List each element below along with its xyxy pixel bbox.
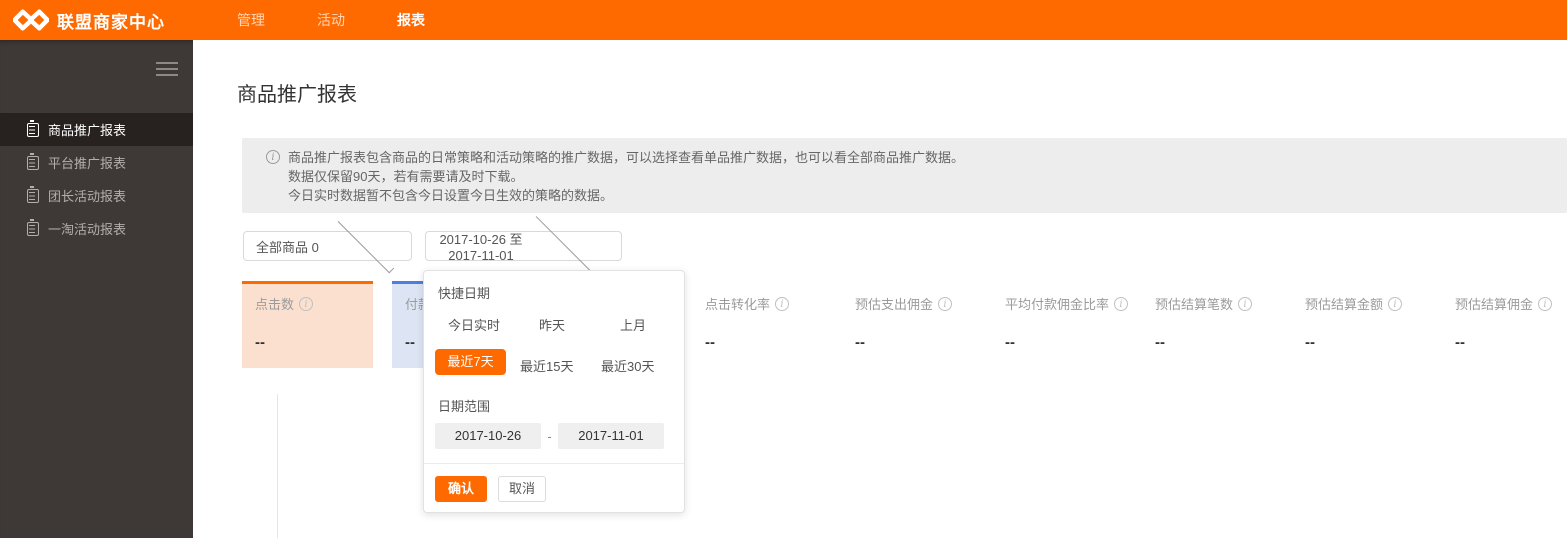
report-doc-icon <box>27 186 39 203</box>
notice-line: 数据仅保留90天，若有需要请及时下载。 <box>288 169 524 184</box>
popup-divider <box>424 463 684 464</box>
info-icon: i <box>775 296 790 311</box>
quick-option-yesterday[interactable]: 昨天 <box>539 315 565 334</box>
info-icon: i <box>1114 296 1129 311</box>
notice-line: 商品推广报表包含商品的日常策略和活动策略的推广数据，可以选择查看单品推广数据，也… <box>288 150 965 165</box>
metric-estimated-settlement-amount[interactable]: 预估结算金额 i -- <box>1292 281 1442 368</box>
metric-value: -- <box>255 334 265 351</box>
sidebar-item-leader-activity-report[interactable]: 团长活动报表 <box>0 179 193 212</box>
quick-option-last-30-days[interactable]: 最近30天 <box>601 356 654 375</box>
report-doc-icon <box>27 153 39 170</box>
sidebar-item-label: 一淘活动报表 <box>48 222 127 237</box>
date-range-select[interactable]: 2017-10-26 至 2017-11-01 <box>425 211 622 278</box>
metric-estimated-settlement-commission[interactable]: 预估结算佣金 i -- <box>1442 281 1567 368</box>
brand-name: 联盟商家中心 <box>57 12 165 32</box>
metric-value: -- <box>1155 334 1165 351</box>
metric-value: -- <box>705 334 715 351</box>
metric-clicks: 点击数 i -- <box>242 281 392 368</box>
chevron-down-icon <box>535 211 603 278</box>
nav-item-activity[interactable]: 活动 <box>317 0 397 40</box>
sidebar-item-etao-activity-report[interactable]: 一淘活动报表 <box>0 212 193 245</box>
metric-value: -- <box>1005 334 1015 351</box>
info-icon: i <box>1238 296 1253 311</box>
product-select-value: 全部商品 0 <box>256 239 319 255</box>
quick-option-last-7-days-selected[interactable]: 最近7天 <box>435 349 506 375</box>
notice-text: 商品推广报表包含商品的日常策略和活动策略的推广数据，可以选择查看单品推广数据，也… <box>288 148 964 205</box>
app-header: 联盟商家中心 管理 活动 报表 <box>0 0 1567 40</box>
metric-click-conversion-rate[interactable]: 点击转化率 i -- <box>692 281 842 368</box>
report-doc-icon <box>27 120 39 137</box>
metric-value: -- <box>1305 334 1315 351</box>
alimama-logo-icon <box>13 9 49 31</box>
quick-dates-title: 快捷日期 <box>438 286 491 301</box>
metric-label: 点击转化率 i <box>705 294 790 313</box>
metric-value: -- <box>405 334 415 351</box>
end-date-input[interactable]: 2017-11-01 <box>558 423 664 449</box>
sidebar-item-label: 团长活动报表 <box>48 189 127 204</box>
metric-label: 预估结算佣金 i <box>1455 294 1553 313</box>
metric-label: 预估结算笔数 i <box>1155 294 1253 313</box>
date-range-title: 日期范围 <box>438 399 491 414</box>
date-range-inputs: 2017-10-26 - 2017-11-01 <box>435 423 664 449</box>
quick-option-last-month[interactable]: 上月 <box>620 315 646 334</box>
info-icon: i <box>938 296 953 311</box>
sidebar-item-label: 平台推广报表 <box>48 156 127 171</box>
metric-label: 点击数 i <box>255 294 314 313</box>
start-date-input[interactable]: 2017-10-26 <box>435 423 541 449</box>
metric-estimated-commission-spend[interactable]: 预估支出佣金 i -- <box>842 281 992 368</box>
chart-y-axis-line <box>277 394 278 538</box>
info-icon: i <box>266 150 280 164</box>
page-title: 商品推广报表 <box>237 84 357 106</box>
report-doc-icon <box>27 219 39 236</box>
sidebar: 商品推广报表 平台推广报表 团长活动报表 一淘活动报表 <box>0 40 193 538</box>
quick-option-today[interactable]: 今日实时 <box>448 315 500 334</box>
sidebar-item-product-report[interactable]: 商品推广报表 <box>0 113 193 146</box>
sidebar-item-platform-report[interactable]: 平台推广报表 <box>0 146 193 179</box>
metric-card-clicks[interactable]: 点击数 i -- <box>242 281 373 368</box>
info-icon: i <box>1538 296 1553 311</box>
brand[interactable]: 联盟商家中心 <box>13 0 165 40</box>
date-select-value: 2017-10-26 至 2017-11-01 <box>439 232 523 263</box>
hamburger-menu-icon[interactable] <box>156 62 178 78</box>
info-icon: i <box>299 296 314 311</box>
cancel-button[interactable]: 取消 <box>498 476 546 502</box>
confirm-button[interactable]: 确认 <box>435 476 487 502</box>
metric-value: -- <box>1455 334 1465 351</box>
quick-option-last-15-days[interactable]: 最近15天 <box>520 356 573 375</box>
metric-avg-payment-commission-rate[interactable]: 平均付款佣金比率 i -- <box>992 281 1142 368</box>
notice-box: i 商品推广报表包含商品的日常策略和活动策略的推广数据，可以选择查看单品推广数据… <box>242 138 1567 213</box>
top-nav: 管理 活动 报表 <box>237 0 477 40</box>
metric-label: 平均付款佣金比率 i <box>1005 294 1129 313</box>
metric-estimated-settlement-count[interactable]: 预估结算笔数 i -- <box>1142 281 1292 368</box>
filter-bar: 全部商品 0 2017-10-26 至 2017-11-01 <box>243 211 622 278</box>
date-range-separator: - <box>547 428 552 444</box>
nav-item-manage[interactable]: 管理 <box>237 0 317 40</box>
info-icon: i <box>1388 296 1403 311</box>
chevron-down-icon <box>337 216 395 273</box>
product-select[interactable]: 全部商品 0 <box>243 216 412 273</box>
metric-value: -- <box>855 334 865 351</box>
notice-line: 今日实时数据暂不包含今日设置今日生效的策略的数据。 <box>288 188 614 203</box>
metric-label: 预估结算金额 i <box>1305 294 1403 313</box>
main-content: 商品推广报表 i 商品推广报表包含商品的日常策略和活动策略的推广数据，可以选择查… <box>193 40 1567 538</box>
date-picker-popup: 快捷日期 今日实时 昨天 上月 最近7天 最近15天 最近30天 日期范围 20… <box>423 270 685 513</box>
sidebar-item-label: 商品推广报表 <box>48 123 127 138</box>
metric-label: 预估支出佣金 i <box>855 294 953 313</box>
nav-item-reports[interactable]: 报表 <box>397 0 477 40</box>
sidebar-menu: 商品推广报表 平台推广报表 团长活动报表 一淘活动报表 <box>0 113 193 245</box>
